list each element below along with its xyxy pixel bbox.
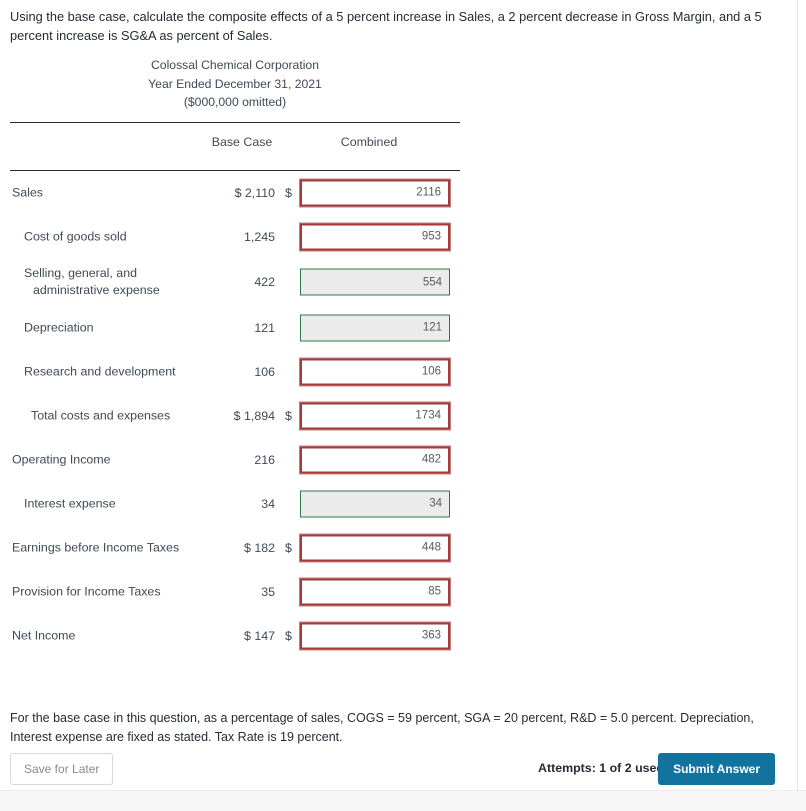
row-base-case-value: 1,245 <box>243 229 275 244</box>
combined-value-input[interactable] <box>300 314 450 341</box>
combined-value-input[interactable] <box>300 402 450 429</box>
row-currency-symbol: $ <box>285 540 292 555</box>
row-label: Provision for Income Taxes <box>12 584 161 598</box>
income-statement: Colossal Chemical Corporation Year Ended… <box>0 56 470 658</box>
combined-value-input[interactable] <box>300 578 450 605</box>
combined-value-input[interactable] <box>300 534 450 561</box>
row-base-case-value: 35 <box>261 584 275 599</box>
row-label: Net Income <box>12 628 76 642</box>
row-label: Cost of goods sold <box>24 229 127 243</box>
table-row: Sales $ 2,110 $ <box>0 171 470 215</box>
combined-value-input[interactable] <box>300 490 450 517</box>
combined-value-input[interactable] <box>300 223 450 250</box>
combined-value-input[interactable] <box>300 358 450 385</box>
table-row: Depreciation 121 <box>0 306 470 350</box>
row-base-case-value: $ 1,894 <box>233 408 275 423</box>
table-row: Net Income $ 147 $ <box>0 614 470 658</box>
row-label: Total costs and expenses <box>31 408 171 422</box>
page-footer-band <box>0 790 806 811</box>
column-header-combined: Combined <box>340 134 398 149</box>
row-base-case-value: 106 <box>254 364 275 379</box>
row-currency-symbol: $ <box>285 185 292 200</box>
statement-units: ($000,000 omitted) <box>183 95 287 109</box>
question-page: Using the base case, calculate the compo… <box>0 0 798 790</box>
table-row: Selling, general, and administrative exp… <box>0 259 470 306</box>
row-base-case-value: $ 182 <box>243 540 275 555</box>
row-label: Interest expense <box>24 496 116 510</box>
row-label: Earnings before Income Taxes <box>12 540 180 554</box>
table-row: Research and development 106 <box>0 350 470 394</box>
table-row: Interest expense 34 <box>0 482 470 526</box>
combined-value-input[interactable] <box>300 622 450 649</box>
save-for-later-button[interactable]: Save for Later <box>10 753 114 785</box>
table-row: Cost of goods sold 1,245 <box>0 215 470 259</box>
row-base-case-value: 34 <box>261 496 275 511</box>
combined-value-input[interactable] <box>300 179 450 206</box>
statement-rows: Sales $ 2,110 $ Cost of goods sold 1,245 Sell… <box>0 171 470 658</box>
table-row: Operating Income 216 <box>0 438 470 482</box>
question-prompt: Using the base case, calculate the compo… <box>10 9 762 43</box>
row-base-case-value: 121 <box>254 320 275 335</box>
statement-column-headers: Base Case Combined <box>0 123 470 170</box>
column-header-base-case: Base Case <box>211 134 273 149</box>
row-label: Selling, general, and administrative exp… <box>24 266 160 297</box>
row-label: Depreciation <box>24 320 94 334</box>
row-base-case-value: $ 2,110 <box>234 185 275 200</box>
table-row: Earnings before Income Taxes $ 182 $ <box>0 526 470 570</box>
row-label: Operating Income <box>12 452 111 466</box>
row-label: Research and development <box>24 364 176 378</box>
row-currency-symbol: $ <box>285 628 292 643</box>
row-base-case-value: $ 147 <box>243 628 275 643</box>
row-label: Sales <box>12 185 43 199</box>
statement-period: Year Ended December 31, 2021 <box>148 76 322 91</box>
table-row: Total costs and expenses $ 1,894 $ <box>0 394 470 438</box>
combined-value-input[interactable] <box>300 268 450 296</box>
row-base-case-value: 422 <box>254 275 275 289</box>
combined-value-input[interactable] <box>300 446 450 473</box>
submit-answer-button[interactable]: Submit Answer <box>658 753 775 785</box>
row-currency-symbol: $ <box>285 408 292 423</box>
assumptions-note: For the base case in this question, as a… <box>10 711 754 744</box>
action-bar: Save for Later Attempts: 1 of 2 used Sub… <box>0 753 790 787</box>
statement-company: Colossal Chemical Corporation <box>151 58 319 72</box>
table-row: Provision for Income Taxes 35 <box>0 570 470 614</box>
row-base-case-value: 216 <box>254 452 275 467</box>
attempts-status: Attempts: 1 of 2 used <box>538 761 664 775</box>
